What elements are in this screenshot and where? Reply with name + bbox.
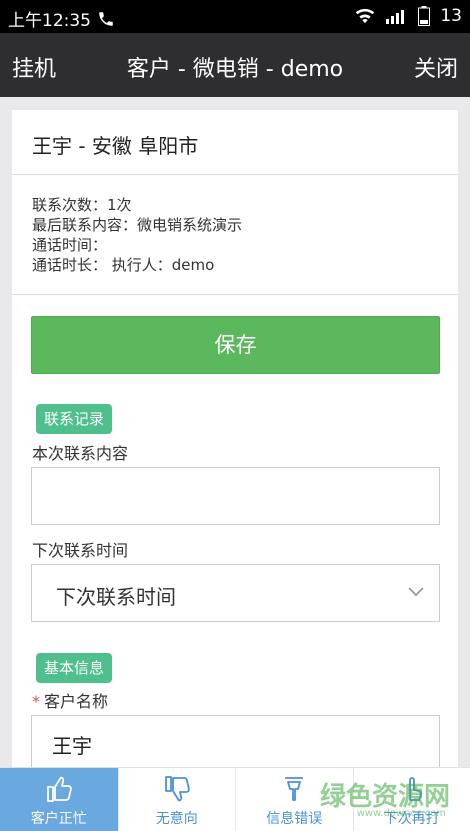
- name-input[interactable]: [32, 716, 439, 772]
- pointer-up-icon: [408, 777, 422, 801]
- customer-header: 王宇 - 安徽 阜阳市: [12, 110, 458, 175]
- last-contact-content: 最后联系内容：微电销系统演示: [32, 216, 243, 234]
- battery-icon: [418, 6, 431, 26]
- chevron-down-icon: [408, 587, 424, 597]
- signal-icon: [386, 10, 405, 24]
- name-label: * 客户名称: [32, 688, 108, 712]
- bottom-nav: 客户正忙 无意向 信息错误 下次再打: [0, 767, 470, 831]
- nav-item-no-interest[interactable]: 无意向: [117, 768, 236, 831]
- status-bar: 上午12:35 13: [0, 0, 470, 33]
- nav-label-info-error: 信息错误: [266, 811, 323, 827]
- wifi-icon: [356, 8, 375, 24]
- close-button[interactable]: 关闭: [414, 51, 458, 83]
- next-time-label: 下次联系时间: [32, 541, 129, 560]
- page-title: 客户 - 微电销 - demo: [126, 57, 344, 82]
- next-time-value: 下次联系时间: [56, 585, 176, 609]
- status-time: 上午12:35: [8, 11, 91, 31]
- nav-item-call-later[interactable]: 下次再打: [352, 768, 470, 831]
- call-time: 通话时间：: [32, 236, 108, 254]
- name-field: [31, 715, 440, 773]
- next-time-select[interactable]: 下次联系时间: [31, 564, 440, 622]
- nav-item-info-error[interactable]: 信息错误: [235, 768, 353, 831]
- content-label: 本次联系内容: [32, 444, 129, 463]
- contact-count: 联系次数：1次: [32, 196, 132, 214]
- customer-card: 王宇 - 安徽 阜阳市 联系次数：1次 最后联系内容：微电销系统演示 通话时间：…: [12, 110, 458, 831]
- title-bar: 挂机 客户 - 微电销 - demo 关闭: [0, 33, 470, 97]
- call-duration: 通话时长： 执行人：demo: [32, 256, 215, 274]
- nav-label-busy: 客户正忙: [30, 811, 87, 827]
- status-left: 上午12:35: [8, 6, 115, 31]
- section-tag-basic-info: 基本信息: [36, 653, 113, 683]
- content-field: [31, 467, 440, 525]
- name-label-text: 客户名称: [44, 692, 109, 711]
- nav-item-busy[interactable]: 客户正忙: [0, 768, 118, 831]
- status-right: 13: [354, 6, 462, 26]
- thumbs-up-icon: [46, 776, 72, 802]
- content-input[interactable]: [32, 468, 439, 524]
- battery-level: 13: [440, 6, 462, 26]
- nav-label-call-later: 下次再打: [383, 811, 440, 827]
- required-mark: *: [32, 692, 40, 711]
- nav-label-no-interest: 无意向: [155, 811, 198, 827]
- thumbs-down-icon: [164, 776, 190, 802]
- phone-icon: [99, 11, 113, 26]
- save-button[interactable]: 保存: [31, 316, 440, 374]
- contact-info: 联系次数：1次 最后联系内容：微电销系统演示 通话时间： 通话时长： 执行人：d…: [12, 175, 458, 295]
- section-tag-contact-record: 联系记录: [36, 404, 113, 434]
- pointer-down-icon: [285, 777, 304, 801]
